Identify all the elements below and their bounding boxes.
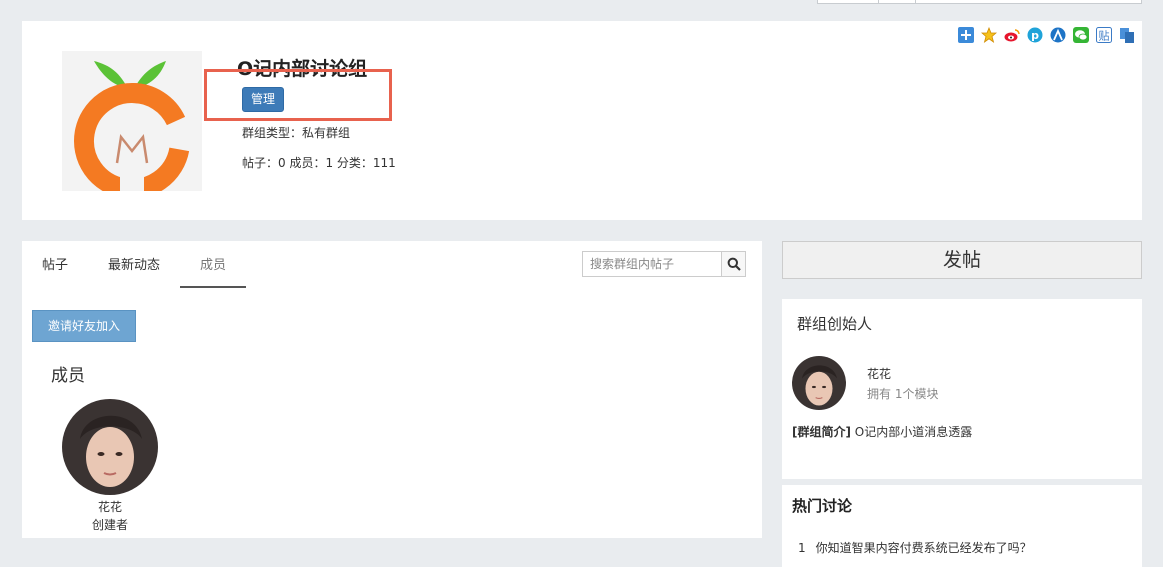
top-bar-fragment[interactable] xyxy=(817,0,879,4)
group-intro: [群组简介] O记内部小道消息透露 xyxy=(792,423,972,440)
tab-members[interactable]: 成员 xyxy=(180,241,247,288)
group-intro-text: O记内部小道消息透露 xyxy=(850,425,973,439)
search-button[interactable] xyxy=(721,252,745,276)
copy-icon[interactable] xyxy=(1118,26,1136,44)
founder-name[interactable]: 花花 xyxy=(867,365,891,382)
group-logo xyxy=(62,51,202,199)
member-role: 创建者 xyxy=(91,518,128,532)
tab-latest-activity[interactable]: 最新动态 xyxy=(88,241,180,288)
founder-heading: 群组创始人 xyxy=(797,315,873,333)
hot-discussions-panel: 热门讨论 1 你知道智果内容付费系统已经发布了吗？ xyxy=(782,485,1142,567)
highlight-annotation-box xyxy=(204,69,392,121)
avatar[interactable] xyxy=(792,356,846,410)
search-input[interactable] xyxy=(583,252,721,276)
member-name[interactable]: 花花 xyxy=(62,498,158,515)
invite-friends-button[interactable]: 邀请好友加入 xyxy=(32,310,136,342)
renren-icon[interactable] xyxy=(1049,26,1067,44)
avatar[interactable] xyxy=(62,399,158,495)
share-toolbar: p 贴 xyxy=(957,26,1136,44)
tab-posts[interactable]: 帖子 xyxy=(22,241,88,288)
weibo-icon[interactable] xyxy=(1003,26,1021,44)
tab-bar: 帖子 最新动态 成员 xyxy=(22,241,247,288)
favorite-star-icon[interactable] xyxy=(980,26,998,44)
hot-discussions-heading: 热门讨论 xyxy=(792,497,853,515)
qzone-plus-icon[interactable] xyxy=(957,26,975,44)
group-stats-text: 帖子：0 成员：1 分类：111 xyxy=(242,156,396,170)
svg-text:p: p xyxy=(1031,29,1039,42)
founder-panel: 群组创始人 花花 拥有 1个模块 [群组简介] O记内部小道消息透露 xyxy=(782,299,1142,479)
wechat-icon[interactable] xyxy=(1072,26,1090,44)
founder-module-count: 拥有 1个模块 xyxy=(867,387,939,401)
group-main-panel: 帖子 最新动态 成员 邀请好友加入 成员 花花 创建者 xyxy=(22,241,762,538)
hot-item-title: 你知道智果内容付费系统已经发布了吗？ xyxy=(815,541,1032,555)
search-icon xyxy=(727,257,741,271)
top-bar-fragment[interactable] xyxy=(878,0,916,4)
top-bar xyxy=(0,0,1163,6)
pinterest-icon[interactable]: p xyxy=(1026,26,1044,44)
hot-item-number: 1 xyxy=(798,541,806,555)
hot-discussion-item[interactable]: 1 你知道智果内容付费系统已经发布了吗？ xyxy=(798,539,1032,556)
group-header-panel: O记内部讨论组 管理 群组类型：私有群组 帖子：0 成员：1 分类：111 p … xyxy=(22,21,1142,220)
group-type-text: 群组类型：私有群组 xyxy=(242,126,351,140)
member-card: 花花 创建者 xyxy=(62,399,158,533)
top-bar-fragment[interactable] xyxy=(915,0,1142,4)
members-heading: 成员 xyxy=(51,366,85,386)
group-search xyxy=(582,251,746,277)
new-post-button[interactable]: 发帖 xyxy=(782,241,1142,279)
svg-text:贴: 贴 xyxy=(1099,29,1110,43)
tieba-icon[interactable]: 贴 xyxy=(1095,26,1113,44)
group-intro-label: [群组简介] xyxy=(792,425,851,439)
